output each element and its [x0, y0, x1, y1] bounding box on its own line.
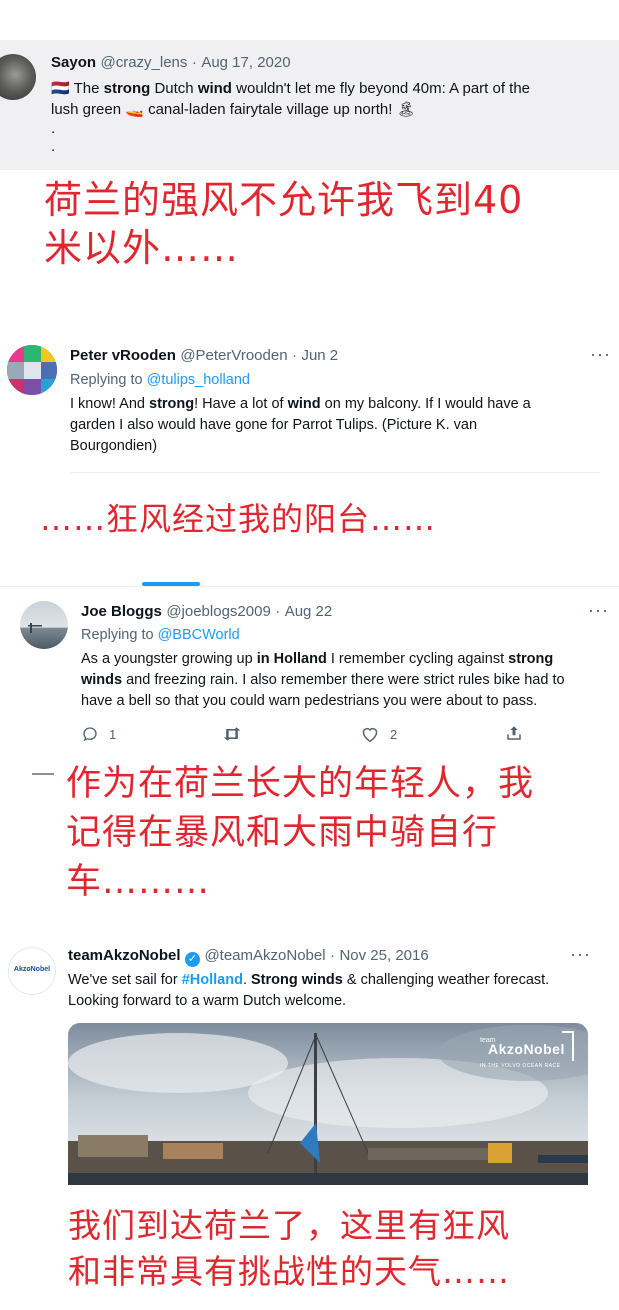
- separator: ·: [275, 603, 281, 620]
- replying-to: Replying to @BBCWorld: [81, 627, 240, 643]
- caption-chinese-4: 我们到达荷兰了，这里有狂风 和非常具有挑战性的天气……: [68, 1206, 510, 1291]
- retweet-button[interactable]: [222, 725, 242, 743]
- retweet-icon: [223, 727, 241, 741]
- user-name[interactable]: Joe Bloggs: [81, 603, 162, 620]
- share-icon: [507, 726, 521, 740]
- hashtag-link[interactable]: #Holland: [182, 972, 243, 988]
- timestamp[interactable]: Aug 22: [285, 603, 333, 620]
- heart-icon: [362, 727, 378, 743]
- more-options-icon[interactable]: ···: [588, 600, 609, 621]
- user-handle[interactable]: @crazy_lens: [100, 54, 187, 71]
- tweet-text: We've set sail for #Holland. Strong wind…: [68, 972, 550, 1009]
- dot-line-2: .: [51, 138, 56, 155]
- user-name[interactable]: Peter vRooden: [70, 347, 176, 364]
- replying-to: Replying to @tulips_holland: [70, 372, 250, 388]
- netherlands-flag-icon: 🇳🇱: [51, 80, 70, 97]
- reply-icon: [83, 727, 97, 742]
- caption-chinese-2: ……狂风经过我的阳台……: [40, 500, 437, 538]
- tweet-card-peter[interactable]: Peter vRooden @PeterVrooden · Jun 2 ··· …: [0, 335, 619, 475]
- dot-line-1: .: [51, 120, 56, 137]
- avatar-image: [7, 345, 57, 395]
- more-options-icon[interactable]: ···: [590, 344, 611, 365]
- divider: [70, 472, 600, 473]
- timestamp[interactable]: Jun 2: [301, 347, 338, 364]
- user-handle[interactable]: @joeblogs2009: [166, 603, 270, 620]
- island-icon: 🏝: [396, 101, 416, 118]
- divider: [0, 586, 619, 587]
- tweet-header: Joe Bloggs @joeblogs2009 · Aug 22: [81, 603, 332, 621]
- share-button[interactable]: [505, 724, 523, 742]
- user-name[interactable]: teamAkzoNobel: [68, 947, 181, 964]
- caption-chinese-1: 荷兰的强风不允许我飞到40 米以外……: [44, 178, 524, 270]
- image-brand-sub: IN THE VOLVO OCEAN RACE: [480, 1063, 561, 1069]
- tweet-card-joe[interactable]: Joe Bloggs @joeblogs2009 · Aug 22 ··· Re…: [0, 590, 619, 755]
- image-brand-logo: AkzoNobel: [488, 1041, 565, 1057]
- separator: ·: [330, 947, 336, 964]
- akzonobel-logo: AkzoNobel: [13, 966, 51, 973]
- verified-badge-icon: ✓: [184, 952, 200, 967]
- user-handle[interactable]: @PeterVrooden: [180, 347, 287, 364]
- timestamp[interactable]: Aug 17, 2020: [201, 54, 290, 71]
- tweet-header: Sayon @crazy_lens · Aug 17, 2020: [51, 54, 291, 72]
- avatar[interactable]: [7, 345, 57, 395]
- like-count: 2: [390, 726, 398, 742]
- reply-button[interactable]: 1: [81, 725, 116, 743]
- replying-to-link[interactable]: @tulips_holland: [147, 372, 250, 388]
- user-name[interactable]: Sayon: [51, 54, 96, 71]
- tweet-text: I know! And strong! Have a lot of wind o…: [70, 396, 531, 454]
- tweet-card-akzonobel[interactable]: AkzoNobel teamAkzoNobel ✓ @teamAkzoNobel…: [0, 935, 619, 1185]
- caption-chinese-3: 作为在荷兰长大的年轻人，我 记得在暴风和大雨中骑自行 车………: [66, 764, 535, 902]
- user-handle[interactable]: @teamAkzoNobel: [204, 947, 325, 964]
- reply-count: 1: [109, 726, 117, 742]
- avatar-image: [20, 601, 68, 649]
- like-button[interactable]: 2: [360, 725, 397, 743]
- avatar[interactable]: [0, 54, 36, 100]
- tweet-header: Peter vRooden @PeterVrooden · Jun 2: [70, 347, 338, 365]
- speedboat-icon: 🚤: [125, 101, 144, 118]
- separator: ·: [191, 54, 197, 71]
- tweet-text: 🇳🇱 The strong Dutch wind wouldn't let me…: [51, 78, 611, 156]
- avatar[interactable]: AkzoNobel: [8, 947, 56, 995]
- scroll-fragment-icon: [32, 773, 54, 775]
- tweet-text: As a youngster growing up in Holland I r…: [81, 651, 565, 709]
- more-options-icon[interactable]: ···: [570, 944, 591, 965]
- tweet-media-image[interactable]: team AkzoNobel IN THE VOLVO OCEAN RACE: [68, 1023, 588, 1185]
- tweet-header: teamAkzoNobel ✓ @teamAkzoNobel · Nov 25,…: [68, 947, 429, 967]
- separator: ·: [292, 347, 297, 364]
- replying-to-link[interactable]: @BBCWorld: [158, 627, 240, 643]
- tweet-card-sayon[interactable]: Sayon @crazy_lens · Aug 17, 2020 🇳🇱 The …: [0, 40, 619, 170]
- avatar[interactable]: [20, 601, 68, 649]
- image-brand-frame-icon: [562, 1031, 574, 1061]
- timestamp[interactable]: Nov 25, 2016: [339, 947, 428, 964]
